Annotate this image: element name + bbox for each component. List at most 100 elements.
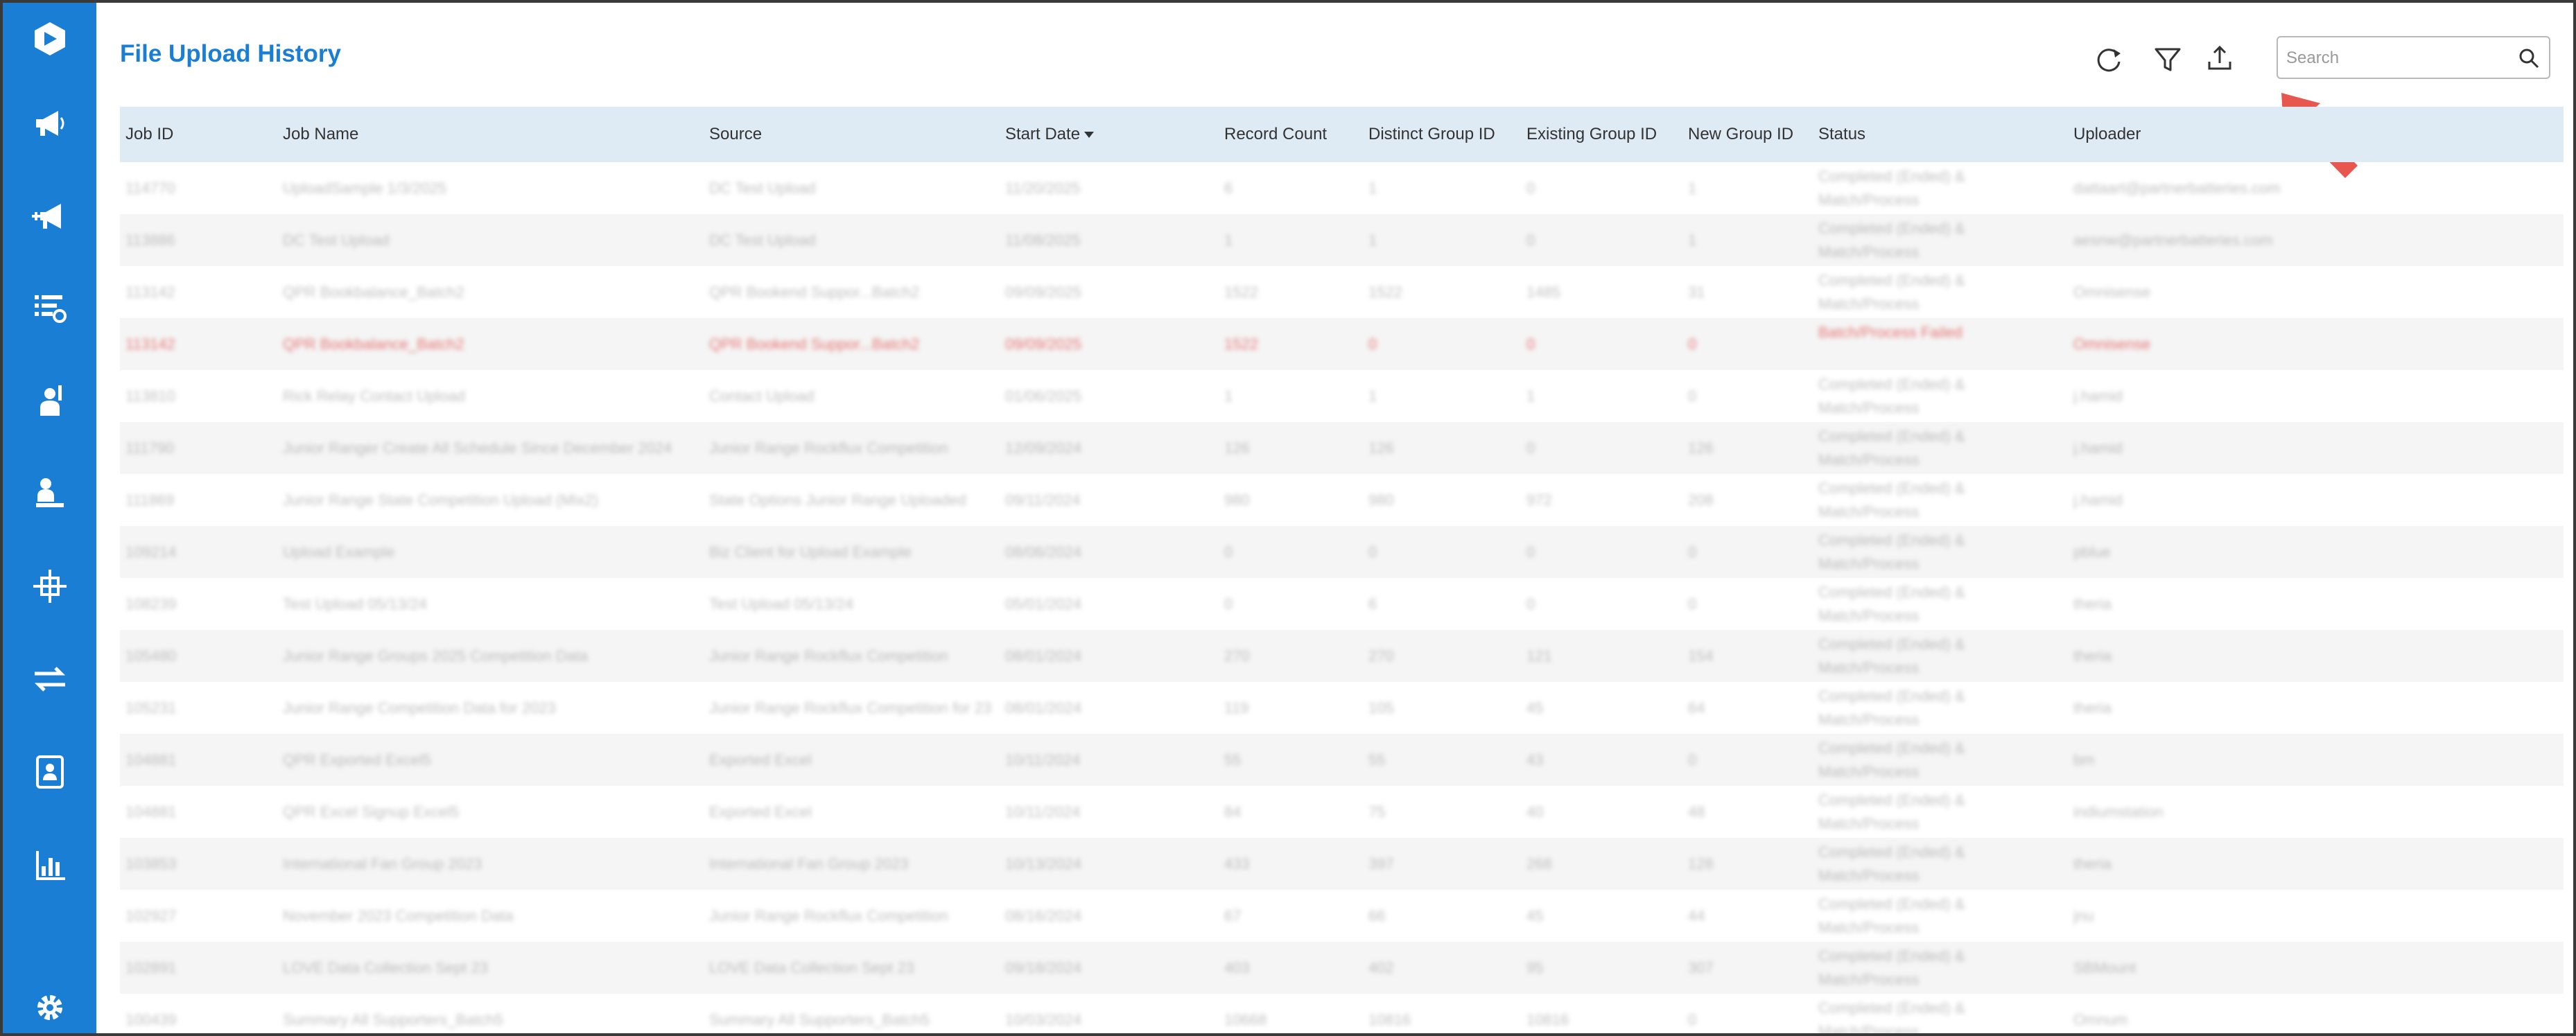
column-header-distinct-group-id[interactable]: Distinct Group ID bbox=[1368, 107, 1495, 162]
cell-record-count: 403 bbox=[1224, 959, 1250, 976]
table-row[interactable]: 114770 UploadSample 1/3/2025 DC Test Uploa… bbox=[120, 162, 2564, 214]
cell-job-name: Upload Example bbox=[283, 543, 395, 561]
search-input[interactable] bbox=[2286, 44, 2508, 72]
upload-history-table: Job ID Job Name Source Start Date Record Cou… bbox=[120, 107, 2564, 1033]
contact-card-icon[interactable] bbox=[3, 744, 96, 800]
table-row[interactable]: 103853 International Fan Group 2023 Intern… bbox=[120, 838, 2564, 890]
cell-status: Completed (Ended) & Match/Process bbox=[1818, 635, 1965, 676]
table-row[interactable]: 113142 QPR Bookbalance_Batch2 QPR Bookend … bbox=[120, 318, 2564, 370]
cell-status: Completed (Ended) & Match/Process bbox=[1818, 272, 1965, 313]
cell-uploader: Omnum bbox=[2073, 1011, 2128, 1028]
column-header-new-group-id[interactable]: New Group ID bbox=[1688, 107, 1793, 162]
sort-desc-icon[interactable] bbox=[1084, 132, 1095, 139]
cell-status: Completed (Ended) & Match/Process bbox=[1818, 376, 1965, 416]
cell-distinct-group-id: 0 bbox=[1368, 335, 1377, 353]
column-header-uploader[interactable]: Uploader bbox=[2073, 107, 2141, 162]
table-row[interactable]: 102891 LOVE Data Collection Sept 23 LOVE D… bbox=[120, 942, 2564, 994]
cell-job-id: 111869 bbox=[125, 491, 175, 509]
cell-source: Junior Range Rockflux Competition bbox=[709, 907, 948, 924]
cell-job-id: 114770 bbox=[125, 179, 175, 197]
table-row[interactable]: 111790 Junior Ranger Create All Schedule … bbox=[120, 422, 2564, 474]
cell-distinct-group-id: 397 bbox=[1368, 855, 1394, 872]
column-header-job-name[interactable]: Job Name bbox=[283, 107, 358, 162]
filter-button[interactable] bbox=[2147, 39, 2188, 80]
cell-new-group-id: 0 bbox=[1688, 1011, 1697, 1028]
cell-distinct-group-id: 980 bbox=[1368, 491, 1394, 509]
cell-status: Completed (Ended) & Match/Process bbox=[1818, 687, 1965, 728]
cell-record-count: 980 bbox=[1224, 491, 1250, 509]
cell-distinct-group-id: 1 bbox=[1368, 179, 1377, 197]
cell-distinct-group-id: 1 bbox=[1368, 231, 1377, 249]
cell-record-count: 1522 bbox=[1224, 335, 1258, 353]
megaphone-icon[interactable] bbox=[3, 96, 96, 151]
cell-start-date: 10/13/2024 bbox=[1005, 855, 1082, 872]
cell-existing-group-id: 10816 bbox=[1526, 1011, 1569, 1028]
cell-distinct-group-id: 75 bbox=[1368, 803, 1386, 820]
table-row[interactable]: 108239 Test Upload 05/13/24 Test Upload 05… bbox=[120, 578, 2564, 630]
gear-icon[interactable] bbox=[3, 980, 96, 1033]
cell-status: Completed (Ended) & Match/Process bbox=[1818, 220, 1965, 261]
cell-start-date: 09/18/2024 bbox=[1005, 959, 1082, 976]
cell-status: Batch/Process Failed bbox=[1818, 324, 1963, 341]
cell-new-group-id: 0 bbox=[1688, 335, 1697, 353]
table-row[interactable]: 100439 Summary All Supporters_Batch5 Summa… bbox=[120, 994, 2564, 1033]
cell-uploader: Omnisense bbox=[2073, 283, 2151, 301]
cell-status: Completed (Ended) & Match/Process bbox=[1818, 843, 1965, 884]
list-settings-icon[interactable] bbox=[3, 280, 96, 335]
table-row[interactable]: 113810 Rick Relay Contact Upload Contact U… bbox=[120, 370, 2564, 422]
megaphone-plus-icon[interactable] bbox=[3, 188, 96, 244]
refresh-button[interactable] bbox=[2088, 39, 2130, 80]
search-icon[interactable] bbox=[2517, 46, 2541, 70]
bar-chart-icon[interactable] bbox=[3, 837, 96, 893]
cell-job-id: 105480 bbox=[125, 647, 177, 665]
column-header-job-id[interactable]: Job ID bbox=[125, 107, 173, 162]
cell-uploader: SBMount bbox=[2073, 959, 2136, 976]
cell-new-group-id: 0 bbox=[1688, 387, 1697, 405]
person-raise-hand-icon[interactable] bbox=[3, 373, 96, 428]
cell-uploader: bm bbox=[2073, 751, 2095, 769]
cell-new-group-id: 31 bbox=[1688, 283, 1705, 301]
table-row[interactable]: 105480 Junior Range Groups 2025 Competiti… bbox=[120, 630, 2564, 682]
table-row[interactable]: 102927 November 2023 Competition Data Juni… bbox=[120, 890, 2564, 942]
cell-source: Exported Excel bbox=[709, 803, 812, 820]
cell-start-date: 08/16/2024 bbox=[1005, 907, 1082, 924]
cell-existing-group-id: 40 bbox=[1526, 803, 1544, 820]
column-header-record-count[interactable]: Record Count bbox=[1224, 107, 1327, 162]
table-row[interactable]: 113142 QPR Bookbalance_Batch2 QPR Bookend … bbox=[120, 266, 2564, 318]
cell-source: DC Test Upload bbox=[709, 231, 816, 249]
cell-distinct-group-id: 1522 bbox=[1368, 283, 1402, 301]
cell-uploader: theria bbox=[2073, 699, 2112, 717]
table-row[interactable]: 104881 QPR Excel Signup Excel5 Exported Ex… bbox=[120, 786, 2564, 838]
cell-source: Junior Range Rockflux Competition bbox=[709, 439, 948, 457]
cell-start-date: 11/08/2025 bbox=[1005, 231, 1081, 249]
cell-job-id: 113142 bbox=[125, 335, 175, 353]
cell-source: International Fan Group 2023 bbox=[709, 855, 909, 872]
app-logo-icon[interactable] bbox=[3, 11, 96, 67]
cell-new-group-id: 0 bbox=[1688, 543, 1697, 561]
column-header-source[interactable]: Source bbox=[709, 107, 762, 162]
table-row[interactable]: 111869 Junior Range State Competition Upl… bbox=[120, 474, 2564, 526]
cell-uploader: jnu bbox=[2073, 907, 2094, 924]
sparkle-grid-icon[interactable] bbox=[3, 559, 96, 614]
cell-distinct-group-id: 0 bbox=[1368, 543, 1377, 561]
column-header-existing-group-id[interactable]: Existing Group ID bbox=[1526, 107, 1657, 162]
column-header-start-date[interactable]: Start Date bbox=[1005, 107, 1095, 162]
cell-uploader: j.hamid bbox=[2073, 439, 2123, 457]
table-row[interactable]: 109214 Upload Example Biz Client for Uploa… bbox=[120, 526, 2564, 578]
table-row[interactable]: 104881 QPR Exported Excel5 Exported Excel 1… bbox=[120, 734, 2564, 786]
page-title: File Upload History bbox=[120, 40, 341, 67]
person-desk-icon[interactable] bbox=[3, 466, 96, 521]
cell-start-date: 05/01/2024 bbox=[1005, 595, 1082, 613]
transfer-arrows-icon[interactable] bbox=[3, 651, 96, 707]
table-row[interactable]: 113886 DC Test Upload DC Test Upload 11/08/… bbox=[120, 214, 2564, 266]
cell-new-group-id: 44 bbox=[1688, 907, 1705, 924]
cell-record-count: 126 bbox=[1224, 439, 1250, 457]
column-header-status[interactable]: Status bbox=[1818, 107, 1865, 162]
cell-distinct-group-id: 126 bbox=[1368, 439, 1394, 457]
cell-uploader: j.hamid bbox=[2073, 387, 2123, 405]
cell-new-group-id: 1 bbox=[1688, 179, 1697, 197]
export-button[interactable] bbox=[2199, 39, 2240, 80]
cell-source: DC Test Upload bbox=[709, 179, 816, 197]
table-row[interactable]: 105231 Junior Range Competition Data for … bbox=[120, 682, 2564, 734]
cell-new-group-id: 64 bbox=[1688, 699, 1705, 717]
